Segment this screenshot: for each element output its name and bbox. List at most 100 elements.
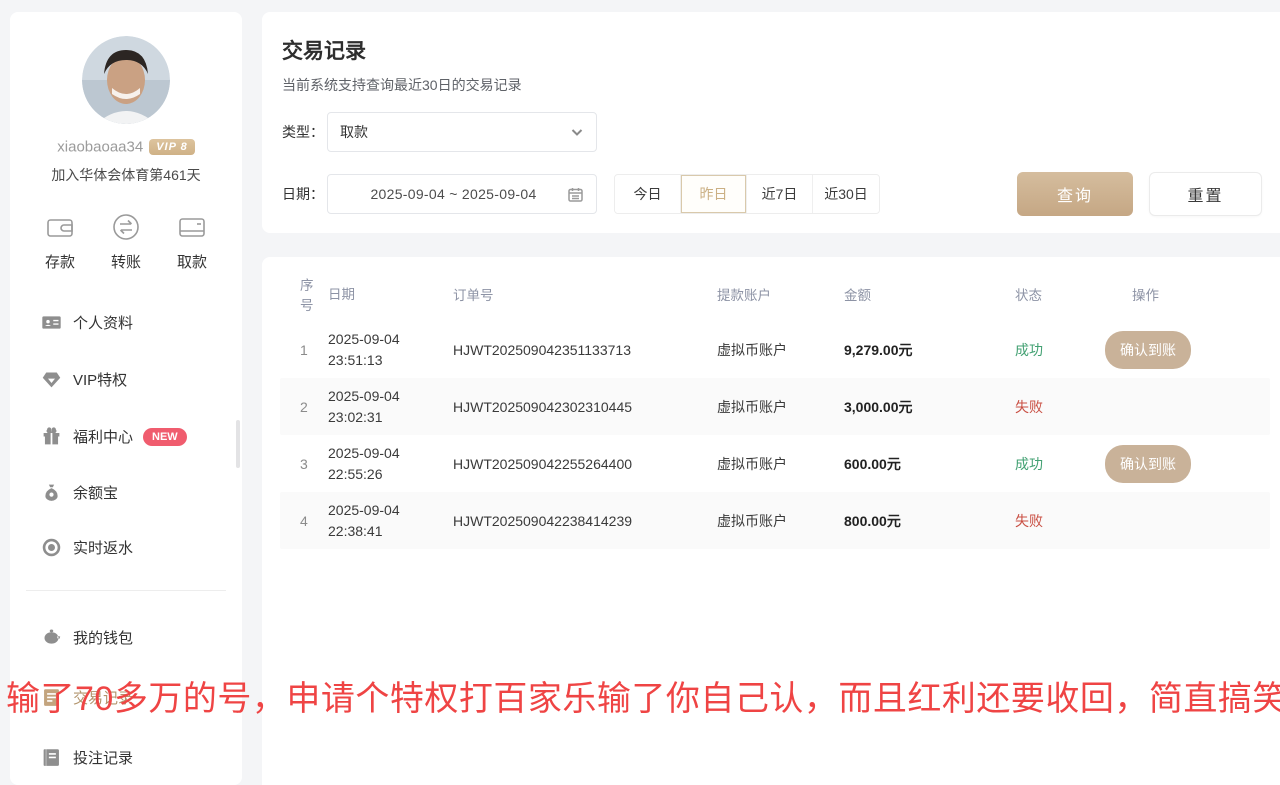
quick-action-label: 取款 (177, 251, 207, 272)
row-status: 成功 (1015, 454, 1105, 474)
type-select[interactable]: 取款 (327, 112, 597, 152)
sidebar-item-bets[interactable]: 投注记录 (10, 727, 242, 785)
column-header: 订单号 (453, 284, 717, 304)
sidebar-item-label: 实时返水 (73, 537, 133, 558)
range-30days-button[interactable]: 近30日 (813, 175, 879, 213)
column-header: 日期 (328, 284, 453, 305)
sidebar-item-rebate[interactable]: 实时返水 (10, 519, 242, 575)
table-header-row: 序号 日期 订单号 提款账户 金额 状态 操作 (280, 267, 1270, 321)
row-datetime: 2025-09-04 22:55:26 (328, 443, 453, 485)
range-7days-button[interactable]: 近7日 (747, 175, 813, 213)
withdraw-card-icon (176, 211, 208, 243)
date-range-value: 2025-09-04 ~ 2025-09-04 (340, 186, 567, 202)
diamond-icon (41, 369, 62, 390)
date-quick-ranges: 今日 昨日 近7日 近30日 (614, 174, 880, 214)
deposit-quick-action[interactable]: 存款 (44, 211, 76, 272)
row-date: 2025-09-04 (328, 443, 447, 464)
quick-actions: 存款 转账 取款 (10, 211, 242, 272)
confirm-arrival-button[interactable]: 确认到账 (1105, 331, 1191, 369)
row-account: 虚拟币账户 (717, 397, 844, 417)
row-account: 虚拟币账户 (717, 511, 844, 531)
row-order-number: HJWT202509042238414239 (453, 513, 717, 529)
avatar (82, 36, 170, 124)
reset-button[interactable]: 重置 (1149, 172, 1262, 216)
filter-panel: 交易记录 当前系统支持查询最近30日的交易记录 类型： 取款 日期： 2025-… (262, 12, 1280, 233)
table-row: 1 2025-09-04 23:51:13 HJWT20250904235113… (280, 321, 1270, 378)
range-yesterday-button[interactable]: 昨日 (681, 175, 747, 213)
wallet-icon (41, 627, 62, 648)
date-range-input[interactable]: 2025-09-04 ~ 2025-09-04 (327, 174, 597, 214)
chevron-down-icon (570, 125, 584, 139)
row-index: 4 (280, 513, 328, 529)
row-status: 失败 (1015, 397, 1105, 417)
sidebar-item-label: 余额宝 (73, 482, 118, 503)
calendar-icon (567, 186, 584, 203)
sidebar-item-profile[interactable]: 个人资料 (10, 294, 242, 351)
range-today-button[interactable]: 今日 (615, 175, 681, 213)
vip-badge: VIP 8 (149, 139, 195, 155)
sidebar-item-label: 投注记录 (73, 747, 133, 768)
row-datetime: 2025-09-04 23:51:13 (328, 329, 453, 371)
sidebar-item-label: 个人资料 (73, 312, 133, 333)
row-index: 1 (280, 342, 328, 358)
quick-action-label: 转账 (111, 251, 141, 272)
sidebar-item-yuebao[interactable]: 余额宝 (10, 465, 242, 519)
username: xiaobaoaa34 (57, 138, 143, 155)
main-content: 交易记录 当前系统支持查询最近30日的交易记录 类型： 取款 日期： 2025-… (262, 0, 1280, 785)
sidebar-item-welfare[interactable]: 福利中心 NEW (10, 408, 242, 465)
confirm-arrival-button[interactable]: 确认到账 (1105, 445, 1191, 483)
row-amount: 3,000.00元 (844, 397, 1015, 417)
sidebar-item-wallet[interactable]: 我的钱包 (10, 607, 242, 667)
row-datetime: 2025-09-04 22:38:41 (328, 500, 453, 542)
overlay-complaint-text: 输了70多万的号，申请个特权打百家乐输了你自己认，而且红利还要收回，简直搞笑 (6, 671, 1280, 720)
sidebar-item-label: VIP特权 (73, 369, 127, 390)
row-time: 23:51:13 (328, 350, 447, 371)
sidebar-scrollbar[interactable] (236, 420, 240, 468)
row-time: 22:38:41 (328, 521, 447, 542)
date-label: 日期： (282, 174, 324, 214)
row-account: 虚拟币账户 (717, 340, 844, 360)
row-date: 2025-09-04 (328, 500, 447, 521)
search-button[interactable]: 查询 (1017, 172, 1133, 216)
type-label: 类型： (282, 112, 324, 152)
row-amount: 600.00元 (844, 454, 1015, 474)
quick-action-label: 存款 (45, 251, 75, 272)
column-header: 操作 (1105, 284, 1270, 304)
type-filter-row: 类型： 取款 (282, 112, 597, 152)
page-subtitle: 当前系统支持查询最近30日的交易记录 (282, 75, 522, 95)
new-badge: NEW (143, 428, 187, 446)
page-title: 交易记录 (282, 35, 366, 65)
transfer-quick-action[interactable]: 转账 (110, 211, 142, 272)
column-header: 提款账户 (717, 284, 844, 304)
column-header: 金额 (844, 284, 1015, 304)
date-filter-row: 日期： 2025-09-04 ~ 2025-09-04 今日 昨日 近7日 近3… (282, 174, 880, 214)
join-days-text: 加入华体会体育第461天 (10, 165, 242, 185)
table-row: 2 2025-09-04 23:02:31 HJWT20250904230231… (280, 378, 1270, 435)
row-order-number: HJWT202509042302310445 (453, 399, 717, 415)
row-time: 22:55:26 (328, 464, 447, 485)
row-index: 3 (280, 456, 328, 472)
row-account: 虚拟币账户 (717, 454, 844, 474)
row-date: 2025-09-04 (328, 386, 447, 407)
row-index: 2 (280, 399, 328, 415)
id-card-icon (41, 312, 62, 333)
divider (26, 590, 226, 591)
row-time: 23:02:31 (328, 407, 447, 428)
withdraw-quick-action[interactable]: 取款 (176, 211, 208, 272)
rebate-icon (41, 537, 62, 558)
table-row: 3 2025-09-04 22:55:26 HJWT20250904225526… (280, 435, 1270, 492)
row-date: 2025-09-04 (328, 329, 447, 350)
column-header: 序号 (280, 274, 328, 314)
bet-records-icon (41, 747, 62, 768)
deposit-wallet-icon (44, 211, 76, 243)
type-select-value: 取款 (340, 122, 570, 142)
sidebar-item-label: 福利中心 (73, 426, 133, 447)
sidebar-item-vip[interactable]: VIP特权 (10, 351, 242, 408)
row-order-number: HJWT202509042255264400 (453, 456, 717, 472)
row-amount: 800.00元 (844, 511, 1015, 531)
row-order-number: HJWT202509042351133713 (453, 342, 717, 358)
row-status: 失败 (1015, 511, 1105, 531)
sidebar-item-label: 我的钱包 (73, 627, 133, 648)
table-row: 4 2025-09-04 22:38:41 HJWT20250904223841… (280, 492, 1270, 549)
row-status: 成功 (1015, 340, 1105, 360)
